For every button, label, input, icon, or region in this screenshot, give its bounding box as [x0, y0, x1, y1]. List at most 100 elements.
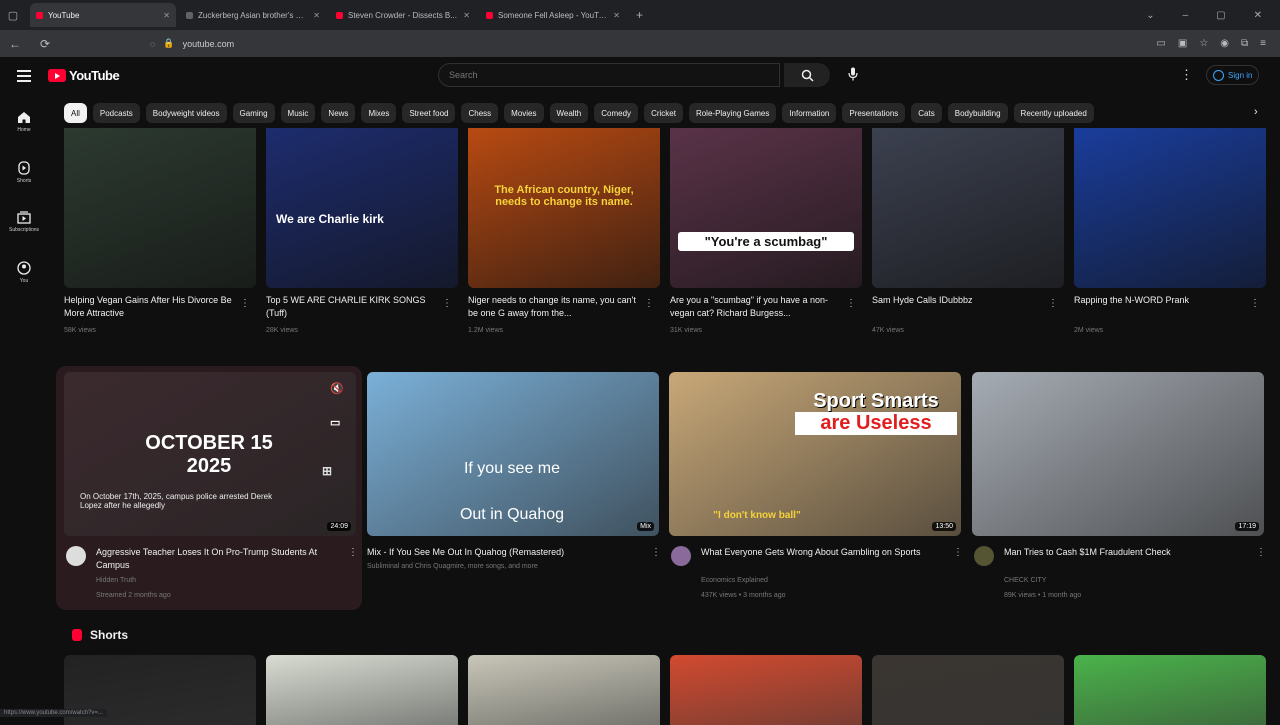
- screenshot-icon[interactable]: ▣: [1178, 38, 1187, 49]
- youtube-logo[interactable]: YouTube: [48, 68, 120, 83]
- captions-icon[interactable]: ▭: [330, 416, 340, 429]
- video-thumbnail[interactable]: [1074, 128, 1266, 288]
- video-title[interactable]: Helping Vegan Gains After His Divorce Be…: [64, 294, 232, 322]
- filter-chip[interactable]: Gaming: [232, 103, 275, 123]
- browser-tab[interactable]: Steven Crowder - Dissects B... ✕: [330, 3, 476, 27]
- mute-icon[interactable]: 🔇: [330, 382, 344, 395]
- chevron-right-icon[interactable]: ›: [1254, 106, 1258, 118]
- filter-chip[interactable]: News: [321, 103, 356, 123]
- video-title[interactable]: Rapping the N-WORD Prank: [1074, 294, 1242, 322]
- more-options-kebab-icon[interactable]: ⋮: [442, 298, 452, 309]
- tab-close-icon[interactable]: ✕: [163, 11, 170, 20]
- filter-chip[interactable]: Role-Playing Games: [688, 103, 777, 123]
- video-title[interactable]: Sam Hyde Calls IDubbbz: [872, 294, 1040, 322]
- sign-in-button[interactable]: Sign in: [1206, 65, 1260, 85]
- video-thumbnail[interactable]: The African country, Niger, needs to cha…: [468, 128, 660, 288]
- more-options-kebab-icon[interactable]: ⋮: [240, 298, 250, 309]
- more-options-kebab-icon[interactable]: ⋮: [1250, 298, 1260, 309]
- filter-chip[interactable]: Podcasts: [92, 103, 140, 123]
- video-title[interactable]: Aggressive Teacher Loses It On Pro-Trump…: [96, 546, 344, 574]
- nav-item-subscriptions[interactable]: Subscriptions: [0, 197, 48, 247]
- filter-chip[interactable]: Wealth: [549, 103, 589, 123]
- url-field[interactable]: ◌ 🔒 youtube.com: [150, 38, 234, 49]
- video-thumbnail[interactable]: We are Charlie kirk: [266, 128, 458, 288]
- nav-item-home[interactable]: Home: [0, 97, 48, 147]
- filter-chip[interactable]: Movies: [504, 103, 544, 123]
- hamburger-menu-icon[interactable]: [17, 70, 31, 82]
- video-meta: 58K views: [64, 327, 96, 334]
- channel-name[interactable]: Economics Explained: [701, 577, 768, 584]
- channel-name[interactable]: CHECK CITY: [1004, 577, 1046, 584]
- more-options-kebab-icon[interactable]: ⋮: [846, 298, 856, 309]
- voice-search-button[interactable]: [842, 63, 864, 85]
- more-options-kebab-icon[interactable]: ⋮: [953, 547, 963, 558]
- menu-icon[interactable]: ≡: [1260, 38, 1266, 49]
- tab-close-icon[interactable]: ✕: [613, 11, 620, 20]
- video-thumbnail[interactable]: If you see me Out in Quahog Mix: [367, 372, 659, 536]
- extensions-icon[interactable]: ⧉: [1241, 38, 1248, 49]
- filter-chip[interactable]: Bodyweight videos: [145, 103, 227, 123]
- settings-kebab-icon[interactable]: ⋮: [1180, 67, 1193, 83]
- video-title[interactable]: Are you a "scumbag" if you have a non-ve…: [670, 294, 838, 322]
- channel-avatar[interactable]: [974, 546, 994, 566]
- filter-chip[interactable]: Presentations: [842, 103, 906, 123]
- filter-chip[interactable]: Music: [280, 103, 316, 123]
- profile-icon[interactable]: ◉: [1220, 38, 1229, 49]
- browser-tab[interactable]: Someone Fell Asleep - YouTube ✕: [480, 3, 626, 27]
- minimize-icon[interactable]: –: [1183, 10, 1189, 21]
- channel-avatar[interactable]: [66, 546, 86, 566]
- video-thumbnail[interactable]: [64, 128, 256, 288]
- add-to-queue-icon[interactable]: ⊞: [322, 464, 332, 478]
- short-thumbnail[interactable]: [1074, 655, 1266, 725]
- back-arrow-icon[interactable]: ←: [0, 37, 30, 51]
- video-title[interactable]: Top 5 WE ARE CHARLIE KIRK SONGS (Tuff): [266, 294, 434, 322]
- close-window-icon[interactable]: ✕: [1254, 10, 1262, 21]
- more-options-kebab-icon[interactable]: ⋮: [348, 547, 358, 558]
- video-thumbnail[interactable]: "You're a scumbag": [670, 128, 862, 288]
- filter-chip[interactable]: Cats: [911, 103, 942, 123]
- nav-item-shorts[interactable]: Shorts: [0, 147, 48, 197]
- filter-chip[interactable]: All: [64, 103, 87, 123]
- cast-icon[interactable]: ▭: [1156, 38, 1165, 49]
- tab-close-icon[interactable]: ✕: [463, 11, 470, 20]
- video-title[interactable]: What Everyone Gets Wrong About Gambling …: [701, 546, 949, 574]
- search-input[interactable]: Search: [438, 63, 780, 87]
- channel-name[interactable]: Hidden Truth: [96, 577, 136, 584]
- reload-icon[interactable]: ⟳: [30, 37, 60, 51]
- search-button[interactable]: [784, 63, 830, 87]
- short-thumbnail[interactable]: [266, 655, 458, 725]
- short-thumbnail[interactable]: [670, 655, 862, 725]
- video-title[interactable]: Man Tries to Cash $1M Fraudulent Check: [1004, 546, 1252, 574]
- video-thumbnail[interactable]: 17:19: [972, 372, 1264, 536]
- maximize-icon[interactable]: ▢: [1216, 10, 1225, 21]
- youtube-play-icon: [48, 69, 66, 82]
- nav-item-you[interactable]: You: [0, 247, 48, 297]
- short-thumbnail[interactable]: [872, 655, 1064, 725]
- video-thumbnail[interactable]: OCTOBER 15 2025 On October 17th, 2025, ca…: [64, 372, 356, 536]
- filter-chip[interactable]: Bodybuilding: [947, 103, 1008, 123]
- new-tab-button[interactable]: +: [636, 8, 643, 22]
- more-options-kebab-icon[interactable]: ⋮: [1048, 298, 1058, 309]
- video-thumbnail[interactable]: Sport Smarts are Useless "I don't know bal…: [669, 372, 961, 536]
- channel-avatar[interactable]: [671, 546, 691, 566]
- video-title[interactable]: Niger needs to change its name, you can'…: [468, 294, 636, 322]
- tab-search-icon[interactable]: ⌄: [1146, 10, 1154, 21]
- filter-chip[interactable]: Cricket: [644, 103, 683, 123]
- filter-chip[interactable]: Mixes: [361, 103, 397, 123]
- browser-tab[interactable]: Zuckerberg Asian brother's Family Edge -…: [180, 3, 326, 27]
- tab-close-icon[interactable]: ✕: [313, 11, 320, 20]
- filter-chip[interactable]: Street food: [402, 103, 456, 123]
- star-icon[interactable]: ☆: [1199, 38, 1208, 49]
- more-options-kebab-icon[interactable]: ⋮: [1256, 547, 1266, 558]
- filter-chip[interactable]: Chess: [461, 103, 499, 123]
- filter-chip[interactable]: Comedy: [594, 103, 639, 123]
- more-options-kebab-icon[interactable]: ⋮: [651, 547, 661, 558]
- tab-overview-icon[interactable]: ▢: [0, 9, 26, 22]
- filter-chip[interactable]: Information: [782, 103, 837, 123]
- short-thumbnail[interactable]: [468, 655, 660, 725]
- bookmark-icon[interactable]: ◌: [150, 39, 155, 49]
- browser-tab[interactable]: YouTube ✕: [30, 3, 176, 27]
- video-thumbnail[interactable]: [872, 128, 1064, 288]
- more-options-kebab-icon[interactable]: ⋮: [644, 298, 654, 309]
- filter-chip[interactable]: Recently uploaded: [1013, 103, 1094, 123]
